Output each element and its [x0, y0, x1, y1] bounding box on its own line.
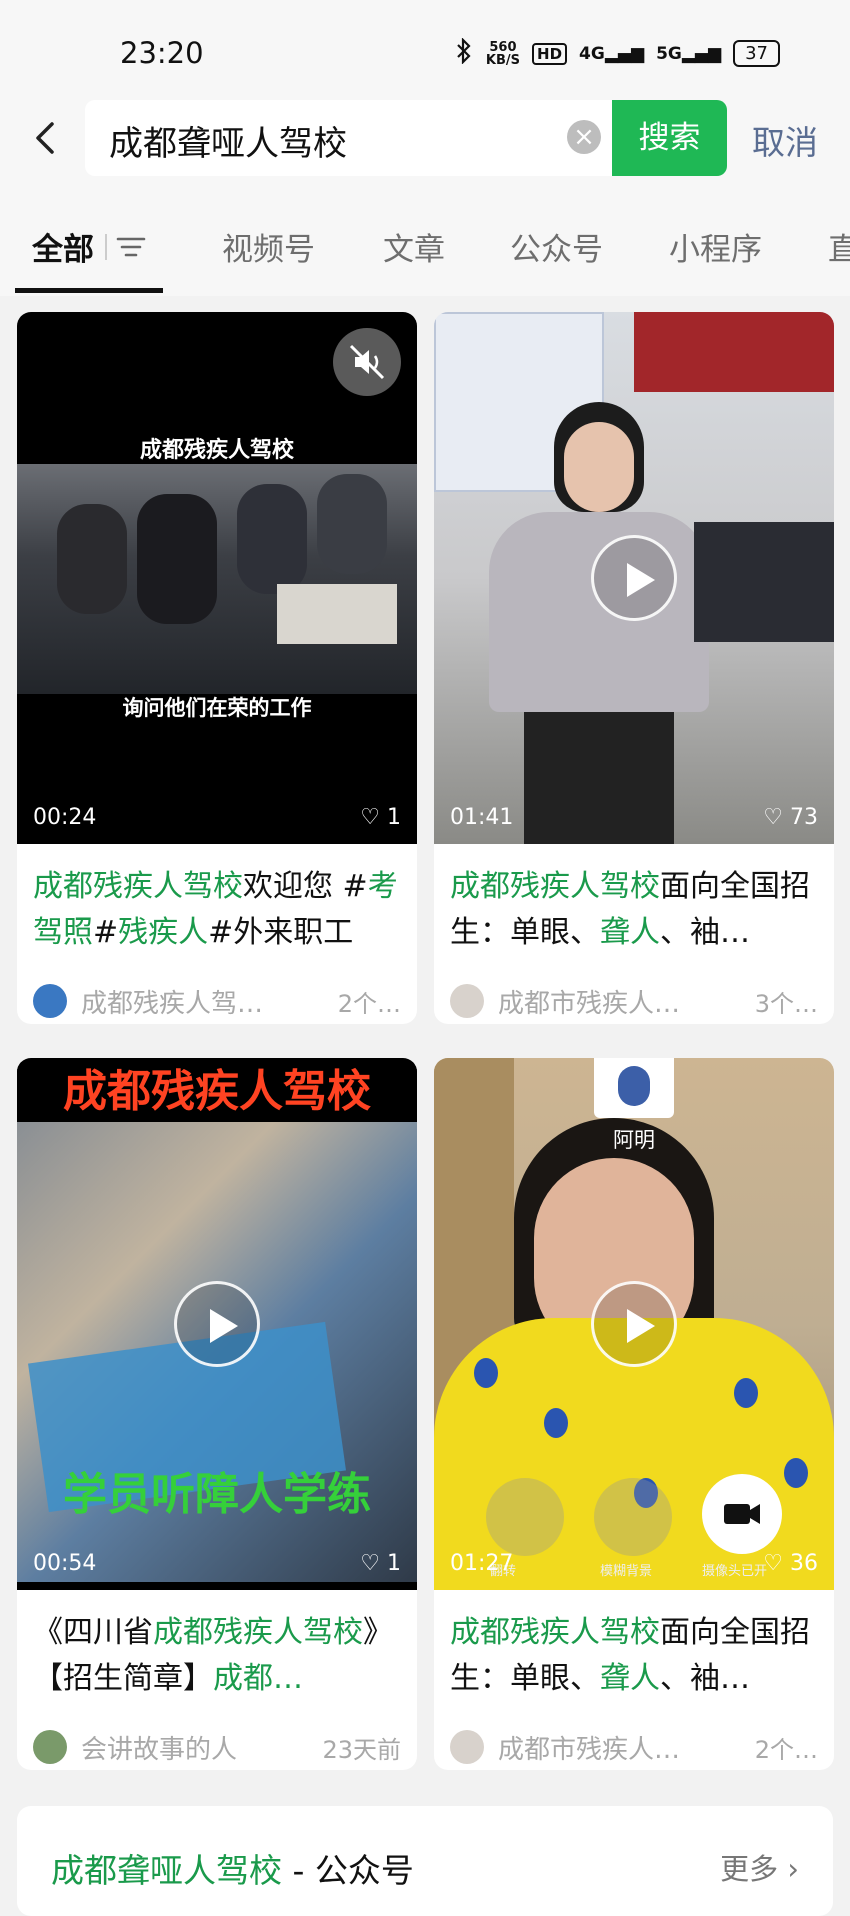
- tab-live[interactable]: 直: [828, 224, 850, 269]
- video-overlay-title: 成都残疾人驾校: [139, 438, 294, 463]
- search-button[interactable]: 搜索: [612, 100, 727, 176]
- blur-background-button[interactable]: [594, 1478, 672, 1556]
- search-query[interactable]: 成都聋哑人驾校: [109, 116, 347, 165]
- play-icon[interactable]: [591, 1281, 677, 1367]
- tab-all[interactable]: 全部: [32, 224, 94, 269]
- video-overlay-title: 成都残疾人驾校: [17, 1062, 417, 1122]
- hd-badge: HD: [532, 42, 568, 65]
- author-name[interactable]: 成都市残疾人…: [498, 1729, 745, 1766]
- card-meta: 成都市残疾人… 2个…: [434, 1714, 834, 1770]
- like-count: ♡ 73: [763, 805, 818, 830]
- search-input[interactable]: 成都聋哑人驾校 ×: [85, 100, 613, 176]
- video-caption[interactable]: 《四川省成都残疾人驾校》【招生简章】成都…: [17, 1590, 417, 1714]
- flip-camera-button[interactable]: [486, 1478, 564, 1556]
- like-count: ♡ 1: [360, 805, 401, 830]
- active-tab-indicator: [15, 288, 163, 293]
- avatar[interactable]: [33, 1730, 67, 1764]
- status-bar: 23:20 560 KB/S HD 4G▂▄▆ 5G▂▄▆ 37: [0, 0, 850, 100]
- more-link[interactable]: 更多 ›: [720, 1846, 799, 1888]
- caller-avatar: [594, 1058, 674, 1118]
- tab-articles[interactable]: 文章: [383, 224, 445, 269]
- official-account-section: 成都聋哑人驾校 - 公众号 更多 ›: [17, 1806, 833, 1916]
- card-meta: 成都残疾人驾… 2个…: [17, 968, 417, 1024]
- post-time: 3个…: [754, 989, 818, 1018]
- post-time: 2个…: [337, 989, 401, 1018]
- like-count: ♡ 1: [360, 1551, 401, 1576]
- back-arrow-icon[interactable]: [26, 118, 66, 158]
- play-icon[interactable]: [174, 1281, 260, 1367]
- video-thumbnail[interactable]: 01:41 ♡ 73: [434, 312, 834, 844]
- like-count: ♡ 36: [763, 1551, 818, 1576]
- video-caption[interactable]: 成都残疾人驾校欢迎您 #考驾照#残疾人#外来职工: [17, 844, 417, 968]
- video-card[interactable]: 成都残疾人驾校 学员听障人学练 00:54 ♡ 1 《四川省成都残疾人驾校》【招…: [17, 1058, 417, 1770]
- play-icon[interactable]: [591, 535, 677, 621]
- video-overlay-subtitle: 学员听障人学练: [63, 1469, 371, 1520]
- card-meta: 成都市残疾人… 3个…: [434, 968, 834, 1024]
- blur-label: 模糊背景: [600, 1564, 653, 1579]
- tab-mini-programs[interactable]: 小程序: [669, 224, 762, 269]
- video-card[interactable]: 成都残疾人驾校 询问他们在荣的工作 00:24 ♡ 1 成都残疾人驾校欢迎您 #…: [17, 312, 417, 1024]
- caller-name: 阿明: [613, 1128, 655, 1152]
- video-caption[interactable]: 成都残疾人驾校面向全国招生：单眼、聋人、袖…: [434, 844, 834, 968]
- filter-tabs: 全部 视频号 文章 公众号 小程序 直: [0, 212, 850, 296]
- battery-icon: 37: [733, 40, 780, 67]
- video-duration: 00:24: [33, 805, 97, 830]
- video-thumbnail[interactable]: 成都残疾人驾校 询问他们在荣的工作 00:24 ♡ 1: [17, 312, 417, 844]
- avatar[interactable]: [33, 984, 67, 1018]
- signal-5g-icon: 5G▂▄▆: [656, 43, 722, 64]
- status-time: 23:20: [120, 36, 204, 70]
- clear-icon[interactable]: ×: [567, 120, 601, 154]
- post-time: 2个…: [754, 1735, 818, 1764]
- cancel-button[interactable]: 取消: [752, 116, 818, 164]
- avatar[interactable]: [450, 984, 484, 1018]
- tab-divider: [105, 234, 107, 260]
- video-thumbnail[interactable]: 阿明 翻转 模糊背景 摄像头已开 01:27 ♡ 36: [434, 1058, 834, 1590]
- signal-4g-icon: 4G▂▄▆: [579, 43, 645, 64]
- author-name[interactable]: 成都市残疾人…: [498, 983, 745, 1020]
- mute-icon[interactable]: [333, 328, 401, 396]
- status-icons: 560 KB/S HD 4G▂▄▆ 5G▂▄▆ 37: [454, 37, 780, 69]
- video-caption[interactable]: 成都残疾人驾校面向全国招生：单眼、聋人、袖…: [434, 1590, 834, 1714]
- video-camera-icon: [724, 1504, 760, 1524]
- filter-icon[interactable]: [110, 232, 150, 262]
- tab-official-accounts[interactable]: 公众号: [510, 224, 603, 269]
- video-overlay-subtitle: 询问他们在荣的工作: [122, 696, 312, 720]
- video-still: [17, 464, 417, 694]
- video-thumbnail[interactable]: 成都残疾人驾校 学员听障人学练 00:54 ♡ 1: [17, 1058, 417, 1590]
- camera-on-label: 摄像头已开: [702, 1564, 768, 1579]
- avatar[interactable]: [450, 1730, 484, 1764]
- video-duration: 01:41: [450, 805, 514, 830]
- chevron-right-icon: ›: [787, 1852, 799, 1886]
- video-duration: 00:54: [33, 1551, 97, 1576]
- video-card[interactable]: 阿明 翻转 模糊背景 摄像头已开 01:27 ♡ 36 成都残疾人驾校面向全国招…: [434, 1058, 834, 1770]
- card-meta: 会讲故事的人 23天前: [17, 1714, 417, 1770]
- author-name[interactable]: 会讲故事的人: [81, 1729, 312, 1766]
- video-duration: 01:27: [450, 1551, 514, 1576]
- section-title[interactable]: 成都聋哑人驾校 - 公众号: [51, 1844, 414, 1892]
- banners: [634, 312, 834, 392]
- network-speed: 560 KB/S: [485, 39, 521, 68]
- bluetooth-icon: [454, 37, 474, 69]
- video-card[interactable]: 01:41 ♡ 73 成都残疾人驾校面向全国招生：单眼、聋人、袖… 成都市残疾人…: [434, 312, 834, 1024]
- author-name[interactable]: 成都残疾人驾…: [81, 983, 328, 1020]
- post-time: 23天前: [322, 1735, 401, 1764]
- camera-button[interactable]: [702, 1474, 782, 1554]
- tab-channels[interactable]: 视频号: [222, 224, 315, 269]
